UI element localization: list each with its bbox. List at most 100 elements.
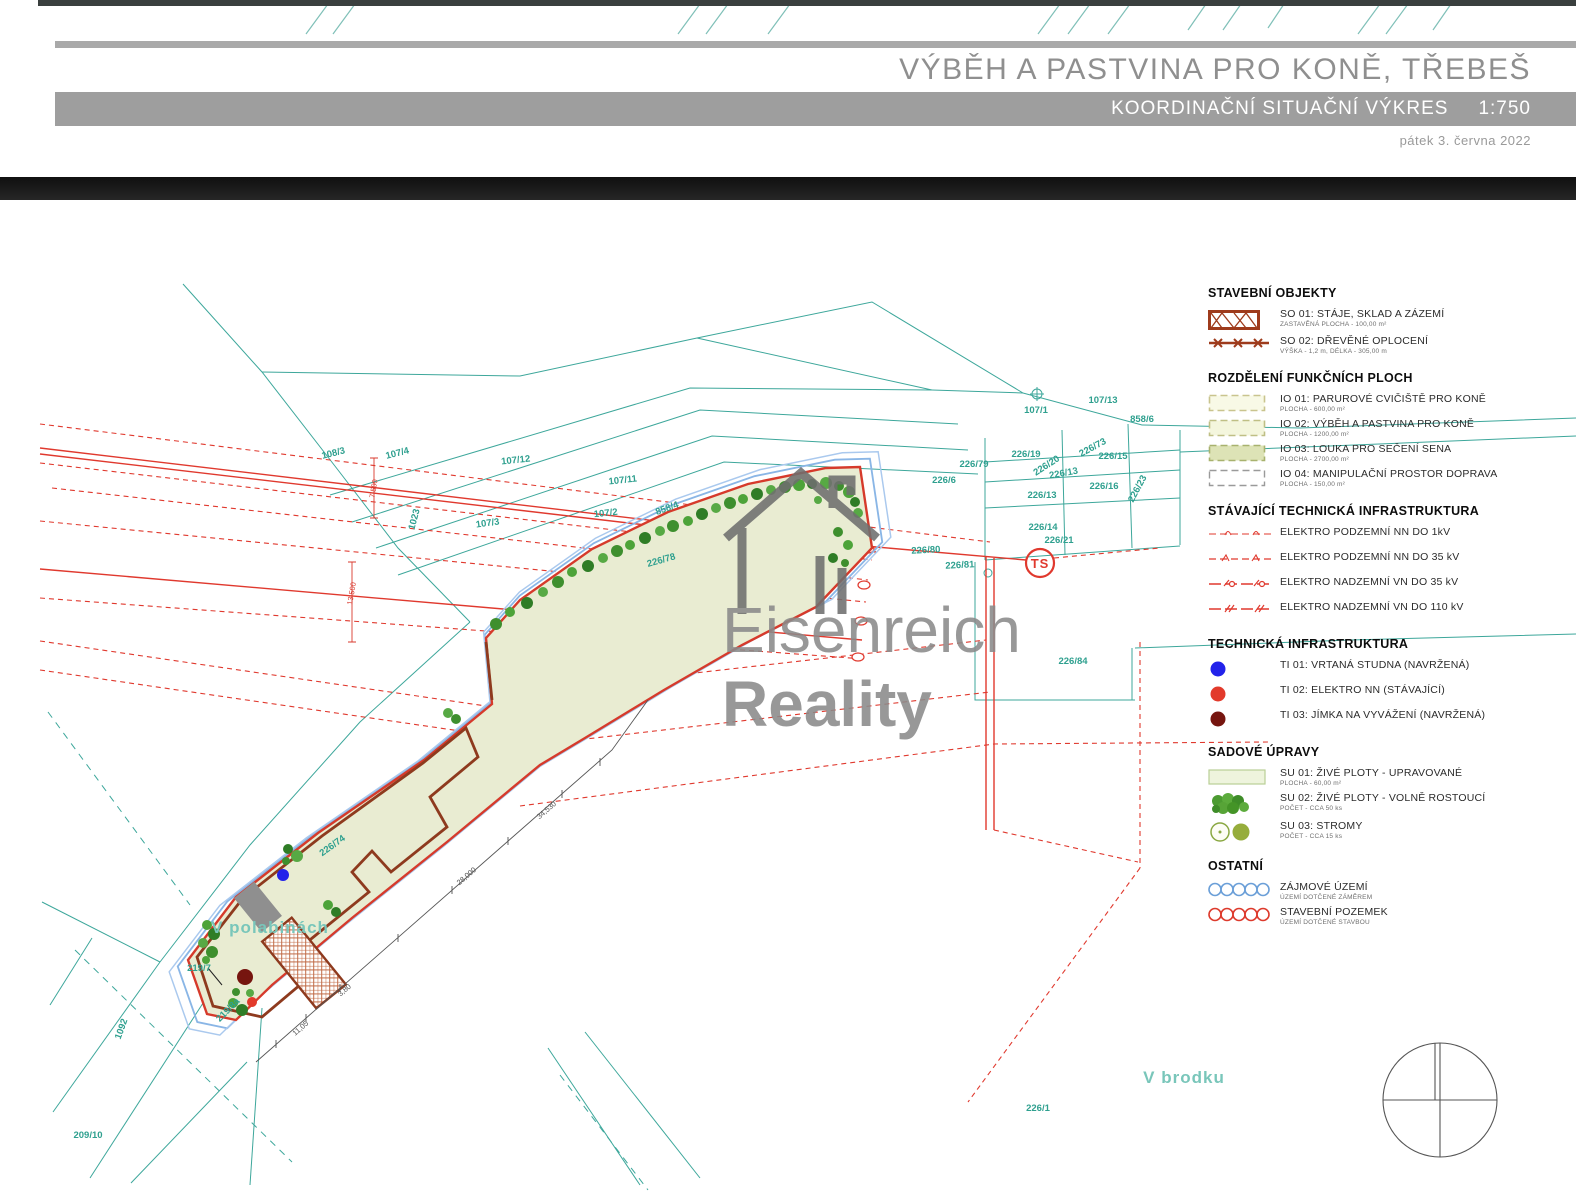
tree-icon	[611, 545, 623, 557]
legend-section-ostatni: OSTATNÍ ZÁJMOVÉ ÚZEMÍ ÚZEMÍ DOTČENÉ ZÁMĚ…	[1208, 859, 1560, 927]
shrub-cluster-icon	[1208, 792, 1272, 816]
legend-item-label: SU 02: ŽIVÉ PLOTY - VOLNĚ ROSTOUCÍ	[1280, 792, 1485, 804]
tree-icon	[667, 520, 679, 532]
legend-item-label: SU 03: STROMY	[1280, 820, 1363, 832]
legend-item: STAVEBNÍ POZEMEK ÚZEMÍ DOTČENÉ STAVBOU	[1208, 906, 1560, 927]
compass-icon	[1383, 1043, 1497, 1157]
ts-transformer: TS	[1026, 549, 1054, 577]
parcel-label: 858/6	[1130, 414, 1154, 425]
tree-icon	[598, 553, 608, 563]
tree-icon	[841, 559, 849, 567]
parcel-label: 107/2	[593, 507, 618, 520]
area-io3-icon	[1208, 443, 1272, 462]
tree-icon	[696, 508, 708, 520]
ti01-well-dot	[277, 869, 289, 881]
legend-item-label: STAVEBNÍ POZEMEK	[1280, 906, 1388, 918]
legend-item-sublabel: PLOCHA - 2700,00 m²	[1280, 456, 1451, 463]
legend-item-label: TI 02: ELEKTRO NN (STÁVAJÍCÍ)	[1280, 684, 1445, 696]
parcel-label: 226/79	[959, 459, 988, 470]
legend-item-sublabel: ZASTAVĚNÁ PLOCHA - 100,00 m²	[1280, 321, 1444, 328]
legend-item: IO 01: PARUROVÉ CVIČIŠTĚ PRO KONĚ PLOCHA…	[1208, 393, 1560, 414]
legend-item-label: IO 02: VÝBĚH A PASTVINA PRO KONĚ	[1280, 418, 1474, 430]
legend-heading: STAVEBNÍ OBJEKTY	[1208, 286, 1560, 300]
legend-item: SU 01: ŽIVÉ PLOTY - UPRAVOVANÉ PLOCHA - …	[1208, 767, 1560, 788]
tree-icon	[538, 587, 548, 597]
ti02-elektro-dot	[247, 997, 257, 1007]
tree-icon	[683, 516, 693, 526]
shrub-icon	[331, 907, 341, 917]
legend-item-label: TI 03: JÍMKA NA VYVÁŽENÍ (NAVRŽENÁ)	[1280, 709, 1485, 721]
legend-item: TI 01: VRTANÁ STUDNA (NAVRŽENÁ)	[1208, 659, 1560, 680]
dimension-label: 7,500	[367, 479, 379, 499]
tree-icon	[724, 497, 736, 509]
subtitle-bar: KOORDINAČNÍ SITUAČNÍ VÝKRES 1:750	[55, 92, 1576, 126]
dot-blue-icon	[1208, 659, 1272, 679]
drawing-title: VÝBĚH A PASTVINA PRO KONĚ, TŘEBEŠ	[899, 53, 1531, 87]
parcel-label: 1023	[407, 508, 423, 531]
legend-item: TI 03: JÍMKA NA VYVÁŽENÍ (NAVRŽENÁ)	[1208, 709, 1560, 730]
legend-item-label: IO 03: LOUKA PRO SEČENÍ SENA	[1280, 443, 1451, 455]
legend-item: SU 03: STROMY POČET - CCA 15 ks	[1208, 820, 1560, 844]
header-separator-bar	[0, 177, 1576, 200]
parcel-label: 226/21	[1044, 535, 1074, 546]
parcel-label: 226/16	[1089, 481, 1118, 492]
legend-item-label: ELEKTRO PODZEMNÍ NN DO 35 kV	[1280, 551, 1459, 563]
legend-item: ELEKTRO NADZEMNÍ VN DO 110 kV	[1208, 601, 1560, 622]
map-labels: 107/1107/13858/6226/19226/20226/73226/15…	[73, 395, 1224, 1141]
legend-item-sublabel: PLOCHA - 600,00 m²	[1280, 406, 1486, 413]
header-rule	[55, 41, 1576, 48]
legend-item: ELEKTRO PODZEMNÍ NN DO 35 kV	[1208, 551, 1560, 572]
legend-item-label: IO 01: PARUROVÉ CVIČIŠTĚ PRO KONĚ	[1280, 393, 1486, 405]
legend-heading: ROZDĚLENÍ FUNKČNÍCH PLOCH	[1208, 371, 1560, 385]
legend-item-sublabel: ÚZEMÍ DOTČENÉ ZÁMĚREM	[1280, 894, 1372, 901]
legend-item: IO 03: LOUKA PRO SEČENÍ SENA PLOCHA - 27…	[1208, 443, 1560, 464]
legend-item-sublabel: VÝŠKA - 1,2 m, DÉLKA - 305,00 m	[1280, 348, 1428, 355]
parcel-label: 1092	[113, 1017, 131, 1041]
legend-item: SO 01: STÁJE, SKLAD A ZÁZEMÍ ZASTAVĚNÁ P…	[1208, 308, 1560, 331]
tree-icon	[751, 488, 763, 500]
legend-item: SO 02: DŘEVĚNÉ OPLOCENÍ VÝŠKA - 1,2 m, D…	[1208, 335, 1560, 356]
dimension-label: 11,05	[291, 1019, 311, 1038]
parcel-label: 226/1	[1026, 1103, 1050, 1114]
circles-red-icon	[1208, 906, 1272, 922]
watermark-line1: Eisenreich	[722, 594, 1021, 666]
parcel-label: 107/4	[385, 445, 411, 462]
legend-heading: STÁVAJÍCÍ TECHNICKÁ INFRASTRUKTURA	[1208, 504, 1560, 518]
tree-icon	[552, 576, 564, 588]
legend-section-stavebni-objekty: STAVEBNÍ OBJEKTY SO 01: STÁJE, SKLAD A Z…	[1208, 286, 1560, 356]
watermark-line2: Reality	[722, 668, 932, 740]
legend-item-label: SO 01: STÁJE, SKLAD A ZÁZEMÍ	[1280, 308, 1444, 320]
parcel-label: 226/15	[1098, 451, 1128, 462]
legend-section-stavajici-ti: STÁVAJÍCÍ TECHNICKÁ INFRASTRUKTURA ELEKT…	[1208, 504, 1560, 622]
legend-heading: SADOVÉ ÚPRAVY	[1208, 745, 1560, 759]
ti03-tank-dot	[237, 969, 253, 985]
shrub-icon	[283, 844, 293, 854]
tree-pair-icon	[1208, 820, 1272, 844]
legend-item-label: ELEKTRO NADZEMNÍ VN DO 110 kV	[1280, 601, 1464, 613]
legend-item-sublabel: POČET - CCA 15 ks	[1280, 833, 1363, 840]
legend-item-label: SO 02: DŘEVĚNÉ OPLOCENÍ	[1280, 335, 1428, 347]
shrub-icon	[282, 857, 290, 865]
shrub-icon	[198, 938, 208, 948]
drawing-subtitle: KOORDINAČNÍ SITUAČNÍ VÝKRES	[1111, 98, 1448, 120]
legend-item-sublabel: PLOCHA - 1200,00 m²	[1280, 431, 1474, 438]
legend-item-sublabel: POČET - CCA 50 ks	[1280, 805, 1485, 812]
parcel-label: 226/19	[1011, 449, 1040, 460]
legend-item: ZÁJMOVÉ ÚZEMÍ ÚZEMÍ DOTČENÉ ZÁMĚREM	[1208, 881, 1560, 902]
parcel-label: 226/81	[945, 559, 975, 572]
parcel-label: 226/80	[911, 544, 941, 557]
legend-item-label: ELEKTRO NADZEMNÍ VN DO 35 kV	[1280, 576, 1458, 588]
dimension-label: 28,000	[455, 865, 478, 887]
area-io4-icon	[1208, 468, 1272, 487]
tree-icon	[738, 494, 748, 504]
elektro-nn-35kv-icon	[1208, 551, 1272, 564]
dot-darkred-icon	[1208, 709, 1272, 729]
tree-icon	[505, 607, 515, 617]
top-black-bar	[38, 0, 1576, 6]
tree-icon	[521, 597, 533, 609]
legend-item: IO 02: VÝBĚH A PASTVINA PRO KONĚ PLOCHA …	[1208, 418, 1560, 439]
legend-item: SU 02: ŽIVÉ PLOTY - VOLNĚ ROSTOUCÍ POČET…	[1208, 792, 1560, 816]
shrub-icon	[323, 900, 333, 910]
elektro-vn-110kv-icon	[1208, 601, 1272, 614]
legend-item-sublabel: PLOCHA - 150,00 m²	[1280, 481, 1497, 488]
